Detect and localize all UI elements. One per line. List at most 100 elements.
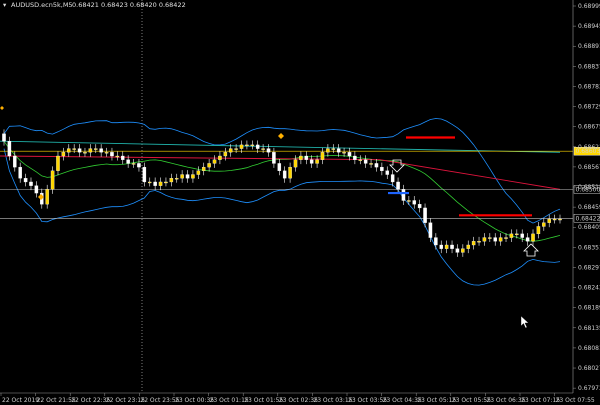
candle-body bbox=[234, 148, 238, 150]
candle-body bbox=[315, 159, 319, 164]
candle-body bbox=[131, 163, 136, 165]
candle-body bbox=[72, 148, 76, 150]
candle-body bbox=[56, 155, 60, 171]
candle-body bbox=[94, 148, 98, 150]
price-tick-label: 0.68459 bbox=[578, 204, 600, 211]
candle-body bbox=[299, 155, 303, 160]
candle-body bbox=[45, 189, 49, 205]
price-tick-label: 0.68081 bbox=[578, 345, 600, 352]
candle-body bbox=[255, 144, 260, 149]
candle-body bbox=[536, 226, 541, 235]
candle-body bbox=[29, 181, 33, 186]
candle-body bbox=[455, 248, 460, 253]
candle-body bbox=[353, 155, 357, 160]
candle-body bbox=[342, 152, 346, 154]
candle-body bbox=[126, 159, 130, 164]
candle-body bbox=[331, 148, 336, 150]
candle-body bbox=[218, 155, 222, 160]
time-tick-label: 23 Oct 01:55 bbox=[244, 397, 283, 404]
candle-body bbox=[450, 244, 454, 249]
candle-body bbox=[99, 148, 103, 153]
time-tick-label: 22 Oct 23:15 bbox=[106, 397, 145, 404]
price-tick-label: 0.68243 bbox=[578, 285, 600, 292]
candle-body bbox=[525, 237, 530, 242]
candle-body bbox=[228, 148, 233, 153]
candle-body bbox=[509, 233, 514, 238]
candle-body bbox=[77, 148, 82, 153]
menu-arrow-icon[interactable]: ▾ bbox=[3, 1, 7, 9]
candle-body bbox=[7, 141, 12, 157]
candle-body bbox=[104, 152, 109, 154]
price-tick-label: 0.68837 bbox=[578, 63, 600, 70]
candle-body bbox=[115, 155, 120, 158]
candle-body bbox=[272, 152, 276, 164]
candle-body bbox=[369, 163, 373, 165]
candle-body bbox=[504, 237, 508, 239]
time-tick-label: 23 Oct 07:15 bbox=[521, 397, 560, 404]
price-tick-label: 0.68027 bbox=[578, 365, 600, 372]
candle-body bbox=[164, 181, 168, 184]
candle-body bbox=[417, 204, 422, 209]
candle-body bbox=[347, 152, 352, 157]
candle-body bbox=[34, 185, 39, 194]
candle-body bbox=[304, 155, 309, 160]
candle-body bbox=[245, 144, 249, 147]
candle-body bbox=[174, 178, 179, 180]
candle-body bbox=[444, 244, 449, 249]
candle-body bbox=[293, 159, 298, 168]
price-tick-label: 0.68513 bbox=[578, 184, 600, 191]
candle-body bbox=[288, 166, 292, 179]
candle-body bbox=[110, 152, 114, 157]
candle-body bbox=[547, 218, 551, 223]
candle-body bbox=[121, 155, 125, 160]
candle-body bbox=[520, 233, 524, 238]
candle-body bbox=[18, 166, 22, 179]
candle-body bbox=[88, 148, 93, 153]
ohlc-label: 0.68421 0.68423 0.68420 0.68422 bbox=[72, 1, 186, 9]
middle-ma-line bbox=[3, 140, 561, 242]
price-tick-label: 0.68405 bbox=[578, 224, 600, 231]
candle-body bbox=[374, 163, 379, 168]
slow-ma-cyan bbox=[0, 140, 561, 153]
candle-body bbox=[428, 222, 433, 238]
time-tick-label: 22 Oct 21:55 bbox=[37, 397, 76, 404]
candle-body bbox=[309, 159, 314, 164]
price-tick-label: 0.67973 bbox=[578, 385, 600, 392]
time-tick-label: 23 Oct 03:55 bbox=[348, 397, 387, 404]
candle-body bbox=[531, 233, 535, 242]
time-tick-label: 23 Oct 05:55 bbox=[452, 397, 491, 404]
slow-ma-red bbox=[0, 155, 561, 190]
price-tick-label: 0.68675 bbox=[578, 124, 600, 131]
mouse-cursor-icon bbox=[520, 315, 530, 329]
candle-body bbox=[482, 237, 487, 242]
candle-body bbox=[439, 244, 443, 249]
indicator-lines: 0.686030.685000.68422 bbox=[0, 118, 600, 286]
candle-body bbox=[466, 244, 470, 249]
candle-body bbox=[423, 207, 427, 223]
candle-body bbox=[153, 181, 157, 186]
time-tick-label: 22 Oct 23:55 bbox=[140, 397, 179, 404]
candle-body bbox=[147, 181, 152, 184]
candle-body bbox=[212, 159, 217, 164]
diamond-marker bbox=[0, 106, 4, 110]
diamond-marker bbox=[278, 133, 284, 139]
time-tick-label: 22 Oct 22:35 bbox=[71, 397, 110, 404]
candle-body bbox=[412, 200, 417, 205]
candle-body bbox=[266, 148, 271, 153]
candle-body bbox=[363, 159, 368, 164]
candle-body bbox=[137, 163, 141, 168]
candle-body bbox=[261, 148, 265, 150]
time-tick-label: 23 Oct 04:35 bbox=[383, 397, 422, 404]
chart-markers bbox=[0, 106, 539, 257]
candle-body bbox=[169, 178, 174, 183]
candle-body bbox=[515, 233, 519, 236]
symbol-label: AUDUSD.ecn5k,M5 bbox=[11, 1, 73, 9]
price-tick-label: 0.68621 bbox=[578, 144, 600, 151]
price-chart[interactable]: 0.686030.685000.68422 0.689990.689450.68… bbox=[0, 0, 600, 405]
candle-body bbox=[477, 241, 481, 243]
candle-body bbox=[67, 148, 71, 153]
price-tick-label: 0.68189 bbox=[578, 305, 600, 312]
price-tick-label: 0.68351 bbox=[578, 244, 600, 251]
time-tick-label: 23 Oct 00:35 bbox=[175, 397, 214, 404]
candle-body bbox=[185, 174, 190, 179]
